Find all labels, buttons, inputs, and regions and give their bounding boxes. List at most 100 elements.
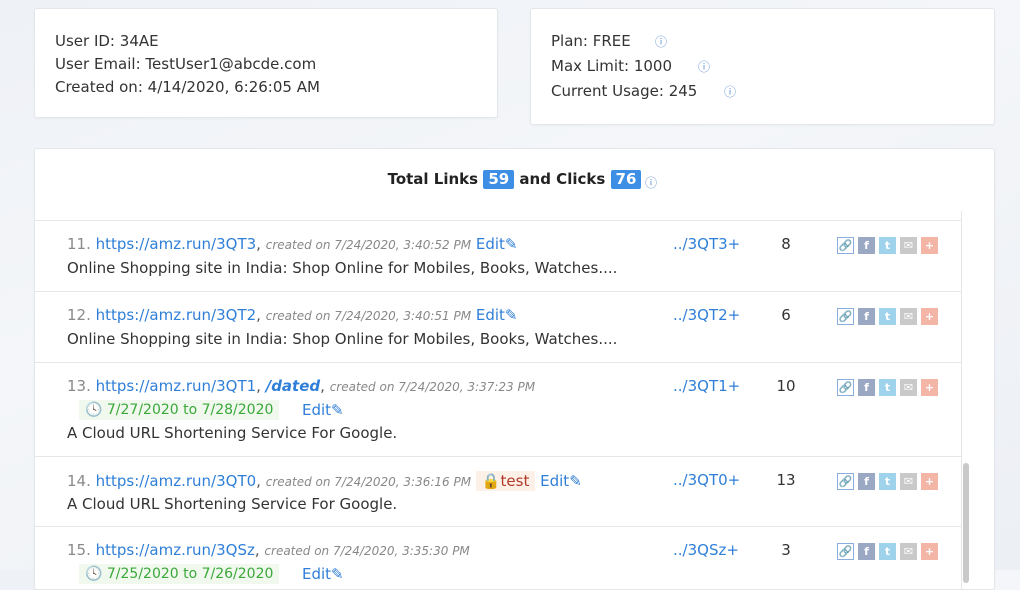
twitter-icon[interactable]: t — [879, 379, 896, 396]
current-usage-line: Current Usage: 245 — [551, 81, 697, 101]
short-link-stats[interactable]: ../3QT1+ — [673, 377, 740, 395]
share-icons: 🔗 f t ✉ + — [837, 237, 942, 254]
click-count: 10 — [776, 377, 796, 395]
user-id-label: User ID: — [55, 32, 115, 50]
long-url-link[interactable]: https://amz.run/3QT0 — [96, 472, 257, 490]
user-info-card: User ID: 34AE User Email: TestUser1@abcd… — [34, 8, 498, 118]
clicks-label: and Clicks — [519, 170, 606, 188]
copy-link-icon[interactable]: 🔗 — [837, 379, 854, 396]
click-count: 8 — [781, 235, 791, 253]
edit-link[interactable]: Edit✎ — [476, 235, 518, 253]
share-icons: 🔗 f t ✉ + — [837, 543, 942, 560]
plus-share-icon[interactable]: + — [921, 379, 938, 396]
created-timestamp: created on 7/24/2020, 3:36:16 PM — [265, 475, 472, 489]
row-number: 13. — [67, 377, 91, 395]
max-limit-label: Max Limit: — [551, 57, 630, 75]
link-title: A Cloud URL Shortening Service For Googl… — [67, 495, 398, 513]
facebook-icon[interactable]: f — [858, 379, 875, 396]
link-line: 14. https://amz.run/3QT0, created on 7/2… — [67, 471, 582, 491]
date-range: 🕓 7/25/2020 to 7/26/2020 — [79, 564, 280, 584]
edit-link[interactable]: Edit✎ — [540, 472, 582, 490]
share-icons: 🔗 f t ✉ + — [837, 473, 942, 490]
click-count: 3 — [781, 541, 791, 559]
max-limit-value: 1000 — [633, 57, 672, 75]
plan-value: FREE — [592, 32, 631, 50]
email-icon[interactable]: ✉ — [900, 379, 917, 396]
link-title: A Cloud URL Shortening Service For Googl… — [67, 424, 398, 442]
user-id-line: User ID: 34AE — [55, 31, 159, 51]
copy-link-icon[interactable]: 🔗 — [837, 473, 854, 490]
row-number: 12. — [67, 306, 91, 324]
user-email-line: User Email: TestUser1@abcde.com — [55, 54, 316, 74]
max-limit-info-icon[interactable]: ⓘ — [698, 57, 710, 77]
date-range: 🕓 7/27/2020 to 7/28/2020 — [79, 400, 280, 420]
row-number: 14. — [67, 472, 91, 490]
email-icon[interactable]: ✉ — [900, 473, 917, 490]
created-timestamp: created on 7/24/2020, 3:40:51 PM — [265, 309, 472, 323]
password-lock-badge: 🔒test — [475, 471, 536, 491]
long-url-link[interactable]: https://amz.run/3QT1 — [96, 377, 257, 395]
clock-icon-date-range: 🕓 7/27/2020 to 7/28/2020 — [85, 402, 274, 418]
total-links-badge: 59 — [483, 170, 515, 189]
links-summary-header: Total Links 59 and Clicks 76 — [35, 170, 994, 189]
links-card: Total Links 59 and Clicks 76 ⓘ 11. https… — [34, 148, 995, 590]
user-email-value: TestUser1@abcde.com — [145, 55, 317, 73]
created-timestamp: created on 7/24/2020, 3:40:52 PM — [265, 238, 472, 252]
edit-link[interactable]: Edit✎ — [476, 306, 518, 324]
plan-info-icon[interactable]: ⓘ — [655, 32, 667, 52]
email-icon[interactable]: ✉ — [900, 237, 917, 254]
plus-share-icon[interactable]: + — [921, 473, 938, 490]
copy-link-icon[interactable]: 🔗 — [837, 543, 854, 560]
twitter-icon[interactable]: t — [879, 543, 896, 560]
short-link-stats[interactable]: ../3QSz+ — [673, 541, 739, 559]
clock-icon-date-range: 🕓 7/25/2020 to 7/26/2020 — [85, 566, 274, 582]
user-id-value: 34AE — [119, 32, 159, 50]
current-usage-info-icon[interactable]: ⓘ — [724, 82, 736, 102]
twitter-icon[interactable]: t — [879, 237, 896, 254]
link-row: 13. https://amz.run/3QT1, /dated, create… — [35, 362, 961, 457]
edit-link[interactable]: Edit✎ — [302, 401, 344, 419]
link-line: 13. https://amz.run/3QT1, /dated, create… — [67, 377, 536, 395]
twitter-icon[interactable]: t — [879, 473, 896, 490]
copy-link-icon[interactable]: 🔗 — [837, 308, 854, 325]
facebook-icon[interactable]: f — [858, 543, 875, 560]
plan-info-card: Plan: FREE ⓘ Max Limit: 1000 ⓘ Current U… — [530, 8, 995, 125]
facebook-icon[interactable]: f — [858, 237, 875, 254]
edit-link[interactable]: Edit✎ — [302, 565, 344, 583]
plan-label: Plan: — [551, 32, 588, 50]
created-on-label: Created on: — [55, 78, 143, 96]
total-clicks-badge: 76 — [610, 170, 642, 189]
short-link-stats[interactable]: ../3QT3+ — [673, 235, 740, 253]
twitter-icon[interactable]: t — [879, 308, 896, 325]
email-icon[interactable]: ✉ — [900, 308, 917, 325]
facebook-icon[interactable]: f — [858, 308, 875, 325]
dated-flag[interactable]: /dated — [266, 377, 320, 395]
email-icon[interactable]: ✉ — [900, 543, 917, 560]
plan-line: Plan: FREE — [551, 31, 631, 51]
row-number: 15. — [67, 541, 91, 559]
link-line: 12. https://amz.run/3QT2, created on 7/2… — [67, 306, 518, 324]
short-link-stats[interactable]: ../3QT0+ — [673, 471, 740, 489]
max-limit-line: Max Limit: 1000 — [551, 56, 672, 76]
link-title: Online Shopping site in India: Shop Onli… — [67, 330, 618, 348]
plus-share-icon[interactable]: + — [921, 543, 938, 560]
link-line: 11. https://amz.run/3QT3, created on 7/2… — [67, 235, 518, 253]
plus-share-icon[interactable]: + — [921, 237, 938, 254]
link-row: 15. https://amz.run/3QSz, created on 7/2… — [35, 526, 961, 589]
current-usage-label: Current Usage: — [551, 82, 664, 100]
created-on-line: Created on: 4/14/2020, 6:26:05 AM — [55, 77, 320, 97]
summary-info-icon[interactable]: ⓘ — [645, 174, 657, 191]
link-line: 15. https://amz.run/3QSz, created on 7/2… — [67, 541, 470, 559]
link-row: 14. https://amz.run/3QT0, created on 7/2… — [35, 456, 961, 527]
created-timestamp: created on 7/24/2020, 3:37:23 PM — [329, 380, 536, 394]
long-url-link[interactable]: https://amz.run/3QT3 — [96, 235, 257, 253]
long-url-link[interactable]: https://amz.run/3QT2 — [96, 306, 257, 324]
facebook-icon[interactable]: f — [858, 473, 875, 490]
list-scrollbar-thumb[interactable] — [963, 463, 969, 583]
long-url-link[interactable]: https://amz.run/3QSz — [96, 541, 255, 559]
link-row: 11. https://amz.run/3QT3, created on 7/2… — [35, 220, 961, 291]
copy-link-icon[interactable]: 🔗 — [837, 237, 854, 254]
plus-share-icon[interactable]: + — [921, 308, 938, 325]
share-icons: 🔗 f t ✉ + — [837, 308, 942, 325]
short-link-stats[interactable]: ../3QT2+ — [673, 306, 740, 324]
